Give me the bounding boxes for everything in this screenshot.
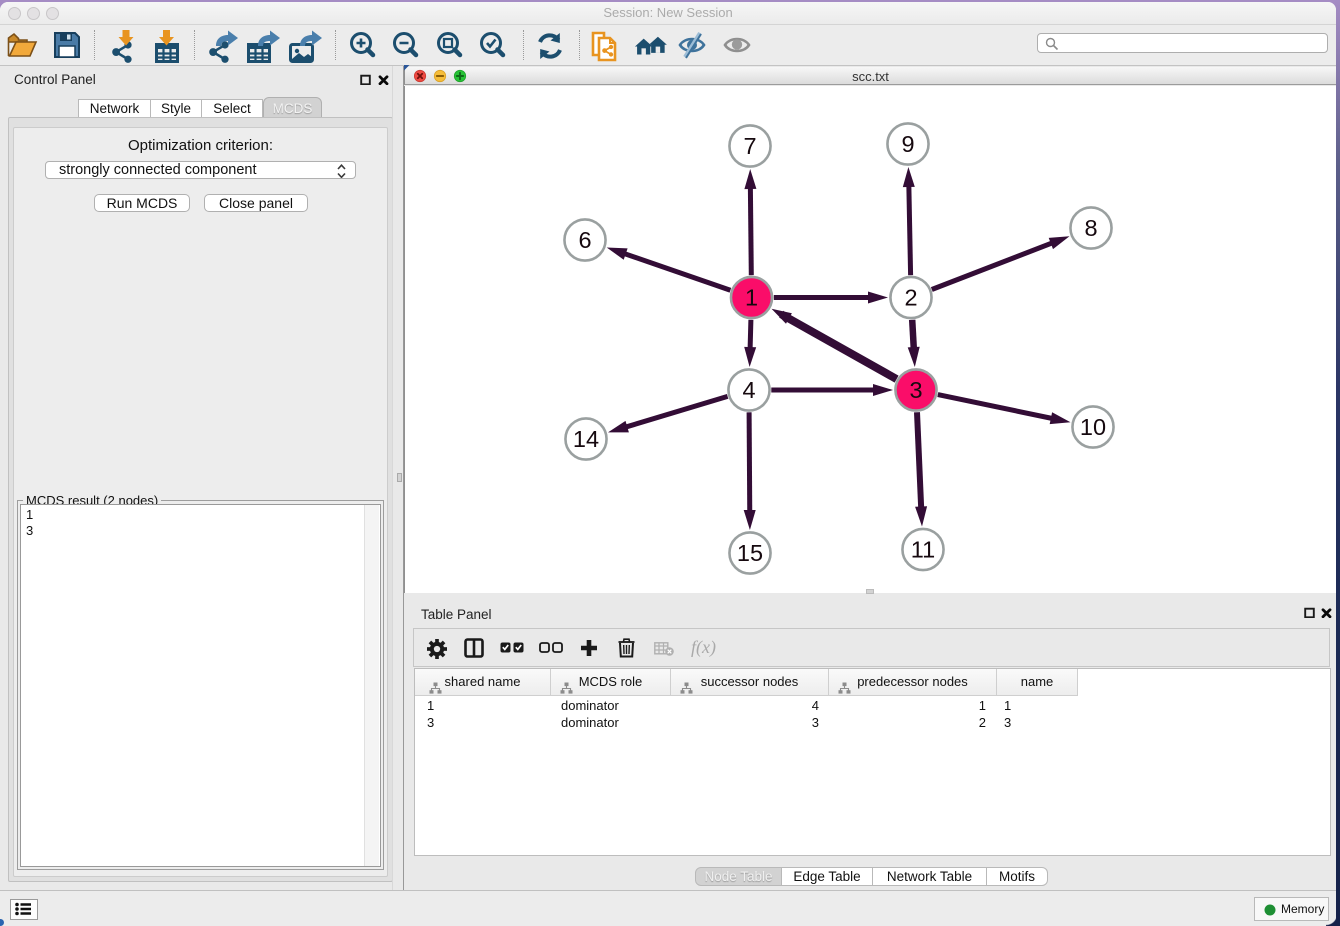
svg-text:2: 2 (904, 285, 917, 311)
svg-text:4: 4 (742, 377, 755, 403)
svg-text:9: 9 (901, 131, 914, 157)
svg-text:14: 14 (573, 426, 599, 452)
svg-text:8: 8 (1084, 215, 1097, 241)
svg-text:3: 3 (909, 377, 922, 403)
svg-text:10: 10 (1080, 414, 1106, 440)
svg-text:15: 15 (737, 540, 763, 566)
svg-text:11: 11 (911, 537, 935, 563)
svg-text:1: 1 (745, 285, 758, 311)
svg-text:6: 6 (578, 227, 591, 253)
svg-text:7: 7 (743, 133, 756, 159)
